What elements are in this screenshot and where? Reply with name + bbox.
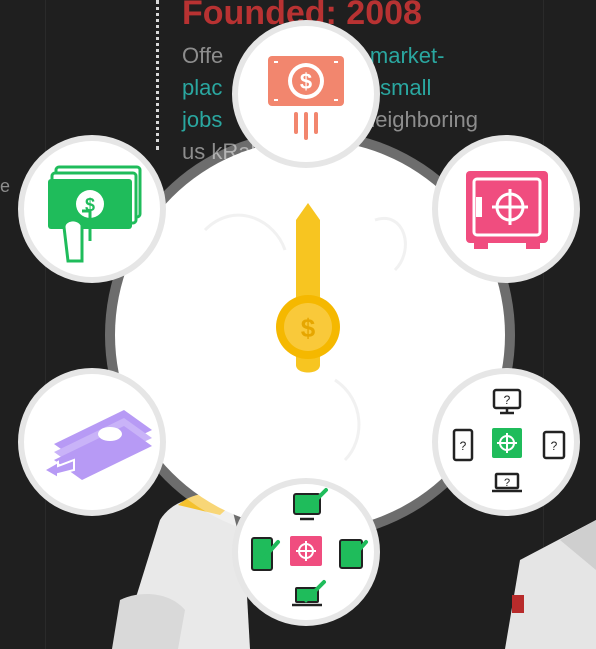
devices-verified-icon (251, 488, 368, 607)
node-money-transfer[interactable] (18, 368, 166, 516)
node-devices-verified[interactable] (232, 478, 380, 626)
node-cash-in-hand[interactable]: $ (18, 135, 166, 283)
coin-symbol: $ (301, 313, 316, 343)
coin-key-icon: $ (276, 203, 340, 373)
question-mark: ? (460, 439, 467, 453)
dollar-symbol: $ (300, 69, 312, 94)
cash-on-card-icon: $ (268, 56, 344, 140)
question-mark: ? (551, 439, 558, 453)
safe-icon (466, 171, 548, 249)
node-cash-card[interactable]: $ (232, 20, 380, 168)
node-devices-unknown[interactable]: ? ? ? ? (432, 368, 580, 516)
devices-unknown-icon: ? ? ? ? (452, 388, 566, 493)
question-mark: ? (504, 393, 511, 407)
cash-in-hand-icon: $ (48, 165, 142, 263)
money-transfer-icon (41, 410, 152, 480)
node-safe[interactable] (432, 135, 580, 283)
question-mark: ? (504, 477, 510, 489)
